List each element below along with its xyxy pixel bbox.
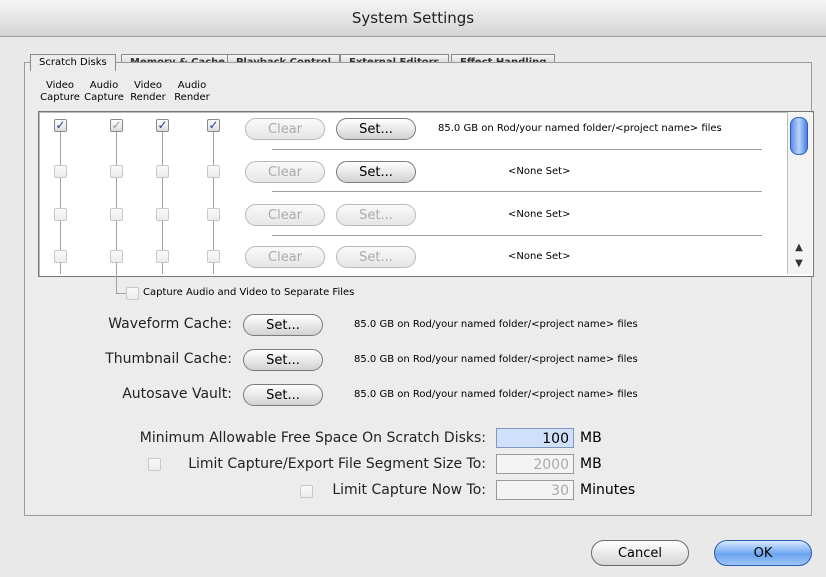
video-render-checkbox[interactable] <box>156 165 169 178</box>
video-render-checkbox[interactable] <box>156 208 169 221</box>
audio-capture-checkbox[interactable]: ✓ <box>110 119 123 132</box>
window-title: System Settings <box>0 0 826 37</box>
disk-info: 85.0 GB on Rod/your named folder/<projec… <box>438 123 722 134</box>
row-divider <box>272 235 762 236</box>
audio-render-checkbox[interactable] <box>207 165 220 178</box>
row-divider <box>272 149 762 150</box>
min-free-space-unit: MB <box>580 430 602 446</box>
limit-capture-now-label: Limit Capture Now To: <box>332 482 486 498</box>
set-button[interactable]: Set... <box>336 118 416 140</box>
scroll-up-icon[interactable]: ▲ <box>787 242 811 253</box>
limit-segment-unit: MB <box>580 456 602 472</box>
ok-button[interactable]: OK <box>714 540 812 566</box>
waveform-cache-label: Waveform Cache: <box>108 316 232 332</box>
disk-info: <None Set> <box>508 166 571 177</box>
audio-capture-checkbox[interactable] <box>110 165 123 178</box>
column-header-audio-render: Audio Render <box>174 80 210 103</box>
tab-scratch-disks[interactable]: Scratch Disks <box>30 54 116 71</box>
min-free-space-label: Minimum Allowable Free Space On Scratch … <box>139 430 486 446</box>
cancel-button[interactable]: Cancel <box>591 540 689 566</box>
autosave-vault-label: Autosave Vault: <box>122 386 232 402</box>
row-divider <box>272 191 762 192</box>
scratch-disk-list <box>38 111 814 277</box>
video-capture-checkbox[interactable] <box>54 250 67 263</box>
set-button[interactable]: Set... <box>336 204 416 226</box>
column-header-video-capture: Video Capture <box>40 80 80 103</box>
scroll-down-icon[interactable]: ▼ <box>787 258 811 269</box>
clear-button[interactable]: Clear <box>245 161 325 183</box>
limit-capture-now-field[interactable]: 30 <box>496 480 574 500</box>
clear-button[interactable]: Clear <box>245 204 325 226</box>
thumbnail-cache-info: 85.0 GB on Rod/your named folder/<projec… <box>354 354 638 365</box>
audio-render-checkbox[interactable]: ✓ <box>207 119 220 132</box>
video-render-checkbox[interactable] <box>156 250 169 263</box>
clear-button[interactable]: Clear <box>245 118 325 140</box>
min-free-space-field[interactable]: 100 <box>496 428 574 448</box>
audio-capture-checkbox[interactable] <box>110 208 123 221</box>
limit-segment-field[interactable]: 2000 <box>496 454 574 474</box>
waveform-cache-info: 85.0 GB on Rod/your named folder/<projec… <box>354 319 638 330</box>
autosave-vault-set-button[interactable]: Set... <box>243 384 323 406</box>
audio-render-checkbox[interactable] <box>207 250 220 263</box>
separate-files-checkbox[interactable] <box>126 287 139 300</box>
thumbnail-cache-label: Thumbnail Cache: <box>105 351 232 367</box>
video-render-checkbox[interactable]: ✓ <box>156 119 169 132</box>
autosave-vault-info: 85.0 GB on Rod/your named folder/<projec… <box>354 389 638 400</box>
waveform-cache-set-button[interactable]: Set... <box>243 314 323 336</box>
column-header-video-render: Video Render <box>130 80 166 103</box>
disk-info: <None Set> <box>508 251 571 262</box>
thumbnail-cache-set-button[interactable]: Set... <box>243 349 323 371</box>
column-header-audio-capture: Audio Capture <box>84 80 124 103</box>
limit-segment-label: Limit Capture/Export File Segment Size T… <box>188 456 486 472</box>
limit-capture-now-checkbox[interactable] <box>300 485 313 498</box>
clear-button[interactable]: Clear <box>245 246 325 268</box>
tree-line <box>116 293 126 294</box>
limit-capture-now-unit: Minutes <box>580 482 636 498</box>
video-capture-checkbox[interactable] <box>54 208 67 221</box>
separate-files-label: Capture Audio and Video to Separate File… <box>143 287 355 298</box>
set-button[interactable]: Set... <box>336 161 416 183</box>
audio-render-checkbox[interactable] <box>207 208 220 221</box>
limit-segment-checkbox[interactable] <box>148 458 161 471</box>
scrollbar-thumb[interactable] <box>790 117 808 155</box>
set-button[interactable]: Set... <box>336 246 416 268</box>
video-capture-checkbox[interactable] <box>54 165 67 178</box>
audio-capture-checkbox[interactable] <box>110 250 123 263</box>
video-capture-checkbox[interactable]: ✓ <box>54 119 67 132</box>
disk-info: <None Set> <box>508 209 571 220</box>
